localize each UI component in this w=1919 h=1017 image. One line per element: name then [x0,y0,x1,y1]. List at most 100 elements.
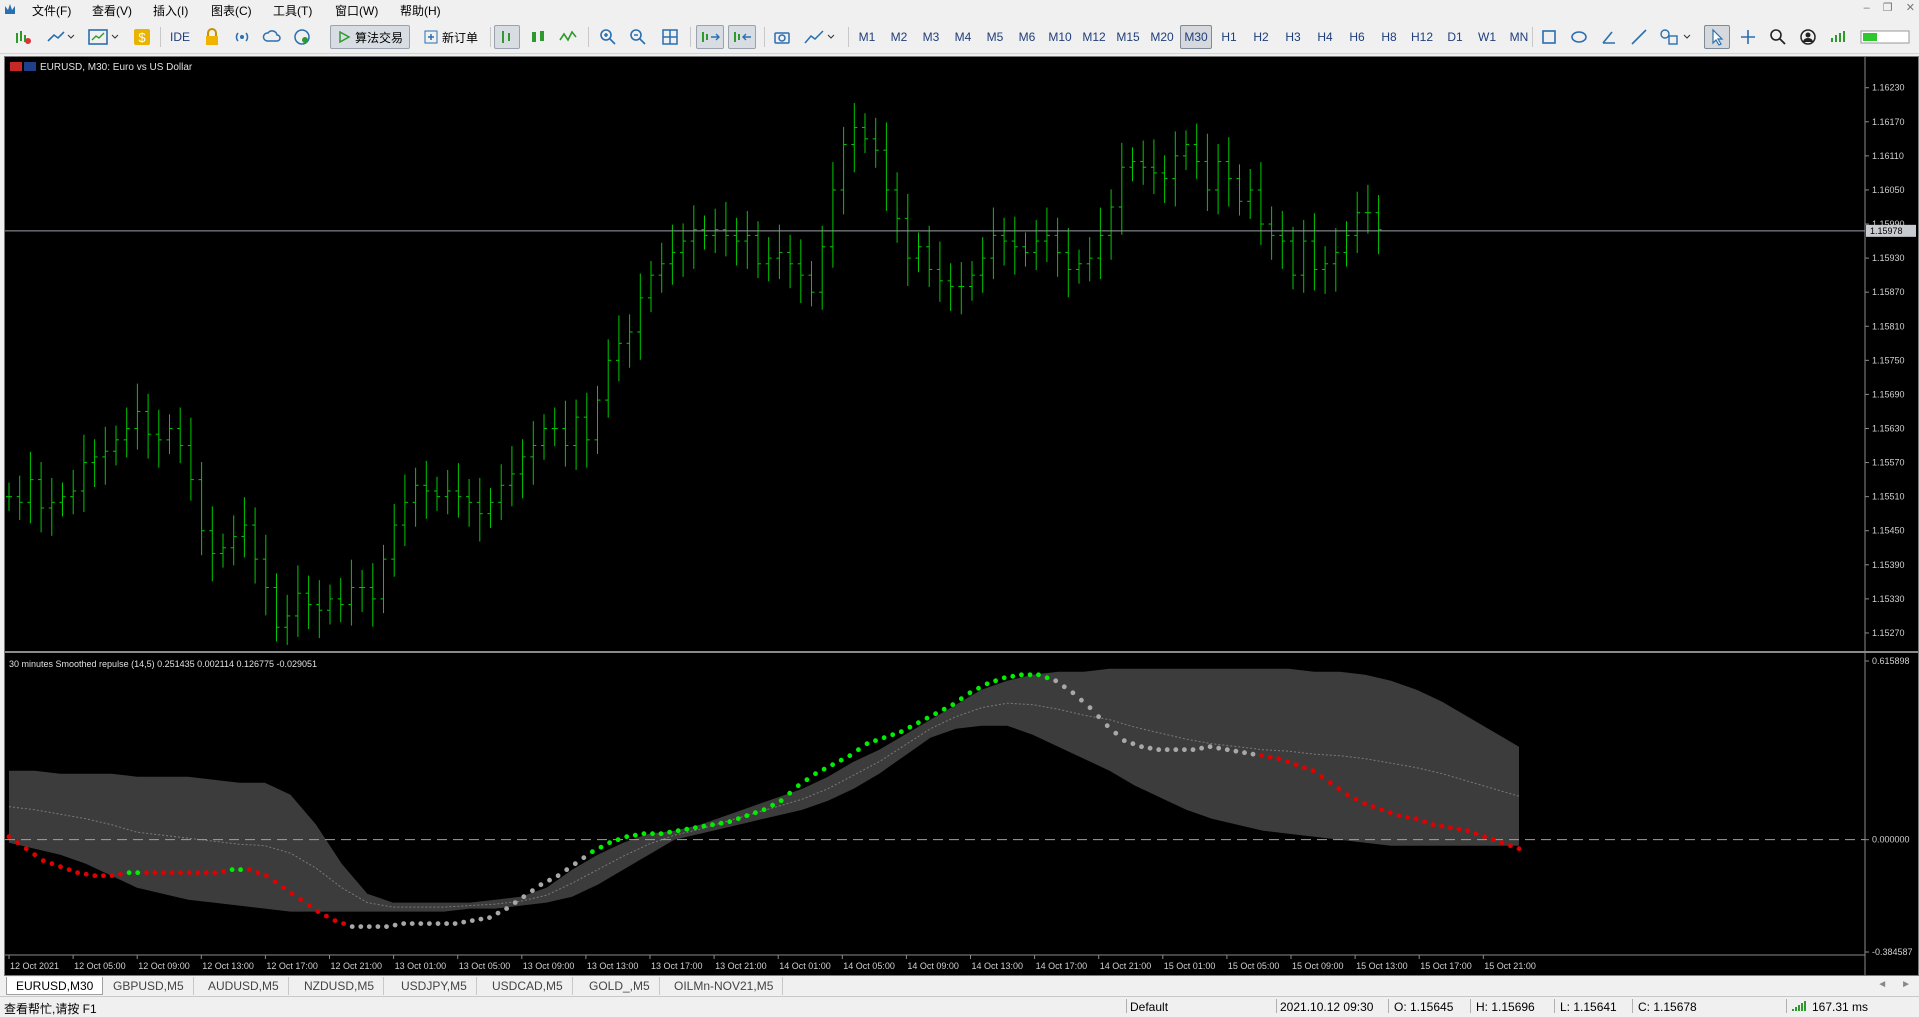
timeframe-h6[interactable]: H6 [1342,25,1372,49]
community-button[interactable] [290,25,314,49]
timeframe-h2[interactable]: H2 [1246,25,1276,49]
timeframe-w1[interactable]: W1 [1472,25,1502,49]
indicator-dot [341,921,346,926]
menu-help[interactable]: 帮助(H) [400,2,441,19]
time-tick-label: 13 Oct 17:00 [651,961,703,971]
crosshair-rect-button[interactable] [1536,25,1562,49]
timeframe-h4[interactable]: H4 [1310,25,1340,49]
status-open: O: 1.15645 [1394,1000,1454,1014]
menu-tools[interactable]: 工具(T) [273,2,312,19]
line-chart-button[interactable] [556,25,580,49]
zoom-out-button[interactable] [626,25,650,49]
new-order-button[interactable]: 新订单 [418,25,484,49]
level-button[interactable] [1826,25,1850,49]
new-chart-button[interactable] [10,25,36,49]
menu-insert[interactable]: 插入(I) [153,2,188,19]
angle-tool-button[interactable] [1596,25,1622,49]
tab-next-icon[interactable]: ► [1901,979,1911,990]
timeframe-m1[interactable]: M1 [852,25,882,49]
timeframe-m12[interactable]: M12 [1078,25,1110,49]
depth-of-market-button[interactable] [494,25,520,49]
timeframe-m2[interactable]: M2 [884,25,914,49]
status-low: L: 1.15641 [1560,1000,1617,1014]
timeframe-h12[interactable]: H12 [1406,25,1438,49]
account-button[interactable] [1796,25,1820,49]
ellipse-tool-button[interactable] [1566,25,1592,49]
cursor-button[interactable] [1704,25,1730,49]
chart-shift-button[interactable] [728,25,756,49]
tab-usdcad-m5[interactable]: USDCAD,M5 [483,977,573,995]
indicator-dot [169,870,175,876]
time-tick-label: 13 Oct 21:00 [715,961,767,971]
tab-gbpusd-m5[interactable]: GBPUSD,M5 [104,977,194,995]
indicator-dot [58,864,63,870]
timeframe-mn[interactable]: MN [1504,25,1534,49]
chart-window[interactable]: 1.16230 1.16170 1.16110 1.16050 1.15990 1.159… [4,56,1919,976]
screenshot-button[interactable] [770,25,794,49]
timeframe-label: H8 [1381,30,1397,44]
timeframe-m6[interactable]: M6 [1012,25,1042,49]
tab-prev-icon[interactable]: ◄ [1877,979,1887,990]
indicator-dot [530,888,535,894]
timeframe-label: H2 [1253,30,1269,44]
lock-button[interactable] [200,25,224,49]
tab-gold-m5[interactable]: GOLD_,M5 [580,977,660,995]
tab-usdjpy-m5[interactable]: USDJPY,M5 [392,977,477,995]
market-button[interactable]: $ [130,25,154,49]
indicators-button[interactable] [42,25,78,49]
price-tick-label: 1.15570 [1872,458,1905,468]
shapes-button[interactable] [1656,25,1698,49]
indicator-dot [984,681,990,687]
tab-audusd-m5[interactable]: AUDUSD,M5 [199,977,289,995]
chart-canvas[interactable]: 1.162301.161701.161101.160501.159901.159… [5,57,1918,975]
timeframe-h1[interactable]: H1 [1214,25,1244,49]
templates-button[interactable] [84,25,124,49]
timeframe-m10[interactable]: M10 [1044,25,1076,49]
price-tick-label: 1.15390 [1872,560,1905,570]
candles-button[interactable] [526,25,550,49]
menu-file[interactable]: 文件(F) [32,2,71,19]
timeframe-m30[interactable]: M30 [1180,25,1212,49]
timeframe-m4[interactable]: M4 [948,25,978,49]
timeframe-m20[interactable]: M20 [1146,25,1178,49]
tab-eurusd-m30[interactable]: EURUSD,M30 [6,977,104,995]
vps-button[interactable] [260,25,284,49]
indicator-dot [40,858,46,864]
menu-window[interactable]: 窗口(W) [335,2,378,19]
ide-button[interactable]: IDE [166,25,194,49]
restore-icon[interactable]: ❐ [1883,2,1893,14]
minimize-icon[interactable]: – [1864,2,1870,14]
zoom-in-button[interactable] [596,25,620,49]
tab-nzdusd-m5[interactable]: NZDUSD,M5 [295,977,385,995]
tab-oil-nov21-m5[interactable]: OILMn-NOV21,M5 [665,977,784,995]
timeframe-label: H4 [1317,30,1333,44]
flag-icon [10,62,22,71]
indicator-dot [1019,672,1024,678]
close-icon[interactable]: ✕ [1906,2,1915,14]
ellipse-icon [1571,31,1587,43]
indicator-dot [332,918,338,923]
indicator-dot [203,870,209,876]
menu-chart[interactable]: 图表(C) [211,2,252,19]
tile-windows-button[interactable] [658,25,682,49]
search-button[interactable] [1766,25,1790,49]
timeframe-m3[interactable]: M3 [916,25,946,49]
timeframe-h8[interactable]: H8 [1374,25,1404,49]
indicator-dot [907,724,913,730]
timeframe-h3[interactable]: H3 [1278,25,1308,49]
chart-type-button[interactable] [800,25,840,49]
candles-icon [532,31,544,42]
trendline-button[interactable] [1626,25,1652,49]
indicator-dot [118,871,123,877]
time-tick-label: 14 Oct 13:00 [972,961,1024,971]
indicator-dot [1233,748,1239,754]
timeframe-m5[interactable]: M5 [980,25,1010,49]
auto-scroll-button[interactable] [696,25,724,49]
timeframe-d1[interactable]: D1 [1440,25,1470,49]
menu-view[interactable]: 查看(V) [92,2,132,19]
crosshair-button[interactable] [1736,25,1760,49]
indicator-dot [349,924,355,929]
signals-button[interactable] [230,25,254,49]
timeframe-m15[interactable]: M15 [1112,25,1144,49]
algo-trading-button[interactable]: 算法交易 [330,25,410,49]
